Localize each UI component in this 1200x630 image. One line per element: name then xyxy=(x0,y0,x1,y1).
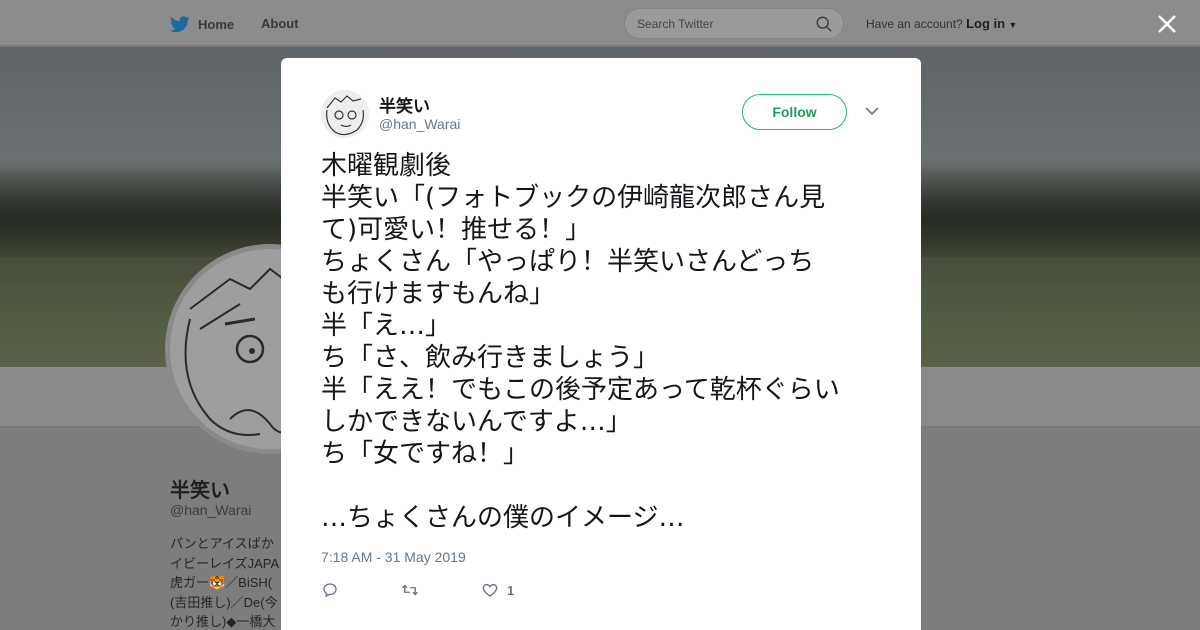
search-icon[interactable] xyxy=(815,15,833,33)
tweet-line: …ちょくさんの僕のイメージ… xyxy=(321,503,685,533)
tweet-line: 木曜観劇後 xyxy=(321,151,452,181)
author-avatar-drawing xyxy=(321,90,369,138)
account-prompt: Have an account? xyxy=(866,17,963,31)
tweet-line xyxy=(321,470,891,502)
heart-icon xyxy=(482,583,498,597)
nav-about-label: About xyxy=(261,16,299,31)
tweet-line: 半「え…」 xyxy=(321,311,452,341)
reply-icon xyxy=(323,583,337,598)
tweet-modal: 半笑い @han_Warai Follow 木曜観劇後 半笑い「(フォトブックの… xyxy=(281,58,921,630)
close-icon[interactable] xyxy=(1155,12,1179,36)
account-area: Have an account? Log in ▼ xyxy=(866,16,1017,31)
profile-bio: パンとアイスばか イビーレイズJAPA 虎ガー🐯／BiSH( (吉田推し)／De… xyxy=(170,536,280,629)
search-placeholder: Search Twitter xyxy=(637,17,714,31)
tweet-line: しかできないんですよ…」 xyxy=(321,407,632,437)
login-caret-icon[interactable]: ▼ xyxy=(1008,20,1017,30)
tweet-text: 木曜観劇後 半笑い「(フォトブックの伊崎龍次郎さん見 て)可愛い！推せる！」 ち… xyxy=(321,150,891,534)
login-link[interactable]: Log in xyxy=(966,16,1005,31)
like-count: 1 xyxy=(507,582,515,598)
follow-button[interactable]: Follow xyxy=(742,94,847,130)
top-navigation-bar: Home About Search Twitter Have an accoun… xyxy=(0,0,1200,46)
retweet-button[interactable] xyxy=(401,581,419,599)
tweet-author-avatar[interactable] xyxy=(321,90,369,138)
nav-home[interactable]: Home xyxy=(170,16,234,33)
search-input[interactable]: Search Twitter xyxy=(624,8,844,39)
tweet-author-handle[interactable]: @han_Warai xyxy=(379,116,460,132)
tweet-actions: 1 xyxy=(321,580,514,600)
tweet-line: 半「ええ！でもこの後予定あって乾杯ぐらい xyxy=(321,375,840,405)
twitter-bird-icon xyxy=(170,16,190,33)
chevron-down-icon[interactable] xyxy=(865,106,879,116)
reply-button[interactable] xyxy=(321,581,339,599)
profile-handle: @han_Warai xyxy=(170,502,252,518)
nav-home-label: Home xyxy=(198,17,235,32)
tweet-line: て)可愛い！推せる！」 xyxy=(321,215,592,245)
tweet-line: ち「さ、飲み行きましょう」 xyxy=(321,343,660,373)
tweet-line: ち「女ですね！」 xyxy=(321,439,530,469)
nav-about[interactable]: About xyxy=(261,16,299,31)
tweet-line: ちょくさん「やっぱり！半笑いさんどっち xyxy=(321,247,815,277)
retweet-icon xyxy=(402,584,418,596)
tweet-line: も行けますもんね」 xyxy=(321,279,556,309)
tweet-timestamp[interactable]: 7:18 AM - 31 May 2019 xyxy=(321,549,466,565)
profile-name: 半笑い xyxy=(170,480,230,502)
tweet-line: 半笑い「(フォトブックの伊崎龍次郎さん見 xyxy=(321,183,826,213)
tweet-author-name[interactable]: 半笑い xyxy=(379,92,430,117)
like-button[interactable]: 1 xyxy=(481,581,514,599)
